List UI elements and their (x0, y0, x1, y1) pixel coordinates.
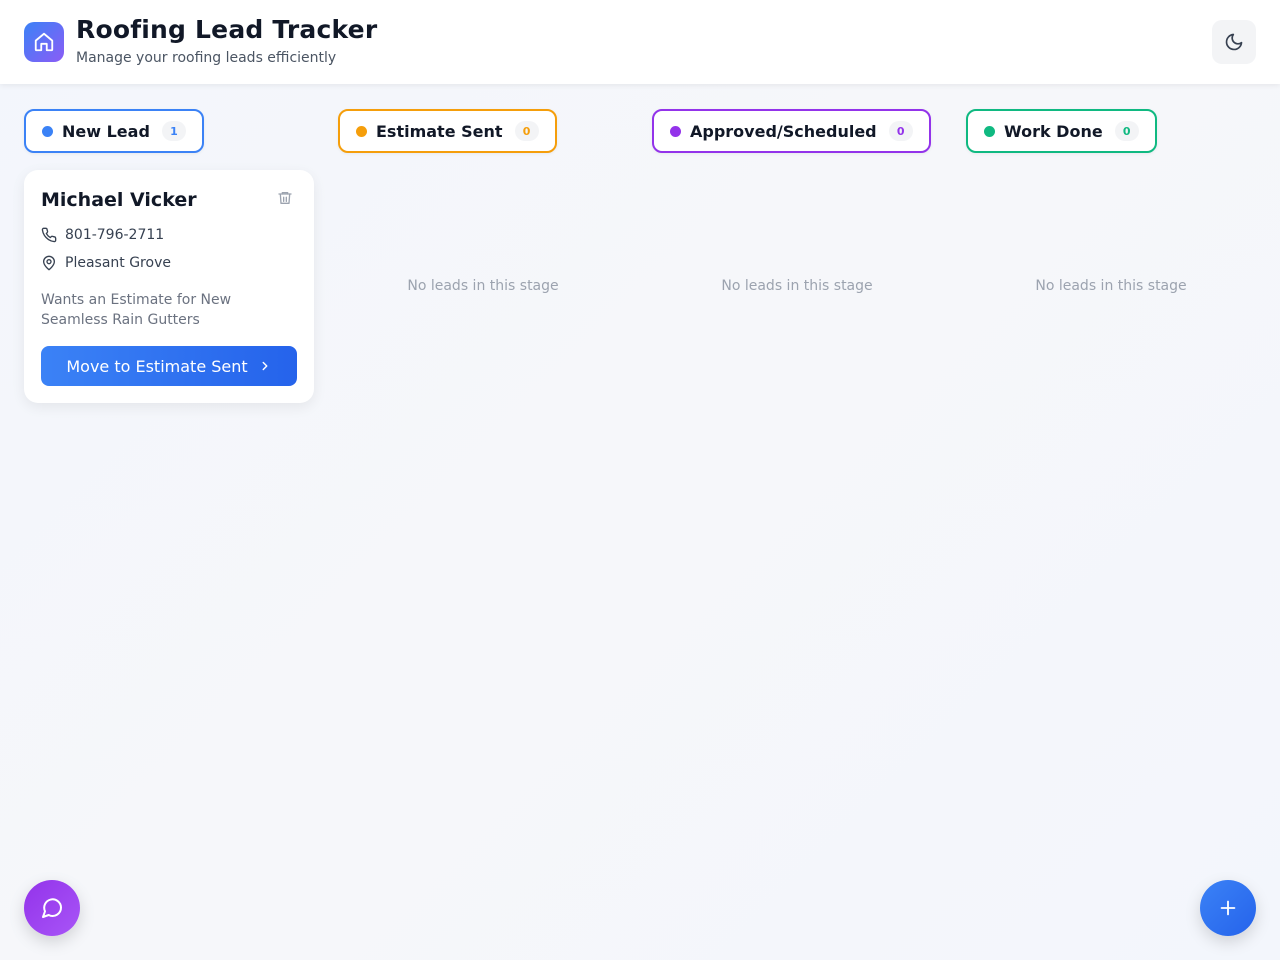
chat-button[interactable] (24, 880, 80, 936)
trash-icon (278, 192, 292, 204)
moon-icon (1225, 33, 1243, 51)
plus-icon (1220, 900, 1236, 916)
message-circle-icon (42, 898, 63, 918)
stage-header-estimate-sent: Estimate Sent 0 (338, 109, 557, 153)
lead-location: Pleasant Grove (65, 255, 171, 271)
stage-dot (670, 125, 681, 137)
stage-count-badge: 0 (1114, 121, 1139, 141)
stage-label: New Lead (62, 121, 150, 141)
stage-dot (984, 125, 995, 137)
home-icon (34, 32, 54, 52)
stage-header-new-lead: New Lead 1 (24, 109, 204, 153)
page-subtitle: Manage your roofing leads efficiently (76, 50, 337, 66)
stage-label: Approved/Scheduled (690, 121, 877, 141)
stage-dot (42, 125, 53, 137)
lead-location-row: Pleasant Grove (41, 255, 171, 271)
lead-phone-row: 801-796-2711 (41, 227, 164, 243)
move-button-label: Move to Estimate Sent (66, 356, 248, 376)
empty-stage-message-estimate-sent: No leads in this stage (407, 278, 559, 294)
delete-lead-button[interactable] (276, 189, 294, 207)
empty-stage-message-work-done: No leads in this stage (1035, 278, 1187, 294)
lead-name: Michael Vicker (41, 189, 197, 211)
stage-header-work-done: Work Done 0 (966, 109, 1157, 153)
stage-count-badge: 0 (514, 121, 539, 141)
lead-notes: Wants an Estimate for New Seamless Rain … (41, 292, 232, 328)
map-pin-icon (43, 255, 55, 271)
move-to-estimate-sent-button[interactable]: Move to Estimate Sent (41, 346, 297, 386)
page-title: Roofing Lead Tracker (76, 15, 378, 44)
lead-card: Michael Vicker 801-796-2711 Pleasant Gro… (24, 170, 314, 403)
stage-label: Estimate Sent (376, 121, 503, 141)
logo (24, 22, 64, 62)
phone-icon (41, 227, 57, 243)
app-header: Roofing Lead Tracker Manage your roofing… (0, 0, 1280, 84)
stage-header-approved-scheduled: Approved/Scheduled 0 (652, 109, 931, 153)
chevron-right-icon (262, 361, 268, 371)
stage-count-badge: 0 (888, 121, 913, 141)
stage-label: Work Done (1004, 121, 1103, 141)
stage-count-badge: 1 (161, 121, 186, 141)
stage-dot (356, 125, 367, 137)
lead-phone: 801-796-2711 (65, 227, 165, 243)
add-lead-button[interactable] (1200, 880, 1256, 936)
theme-toggle-button[interactable] (1212, 20, 1256, 64)
empty-stage-message-approved-scheduled: No leads in this stage (721, 278, 873, 294)
